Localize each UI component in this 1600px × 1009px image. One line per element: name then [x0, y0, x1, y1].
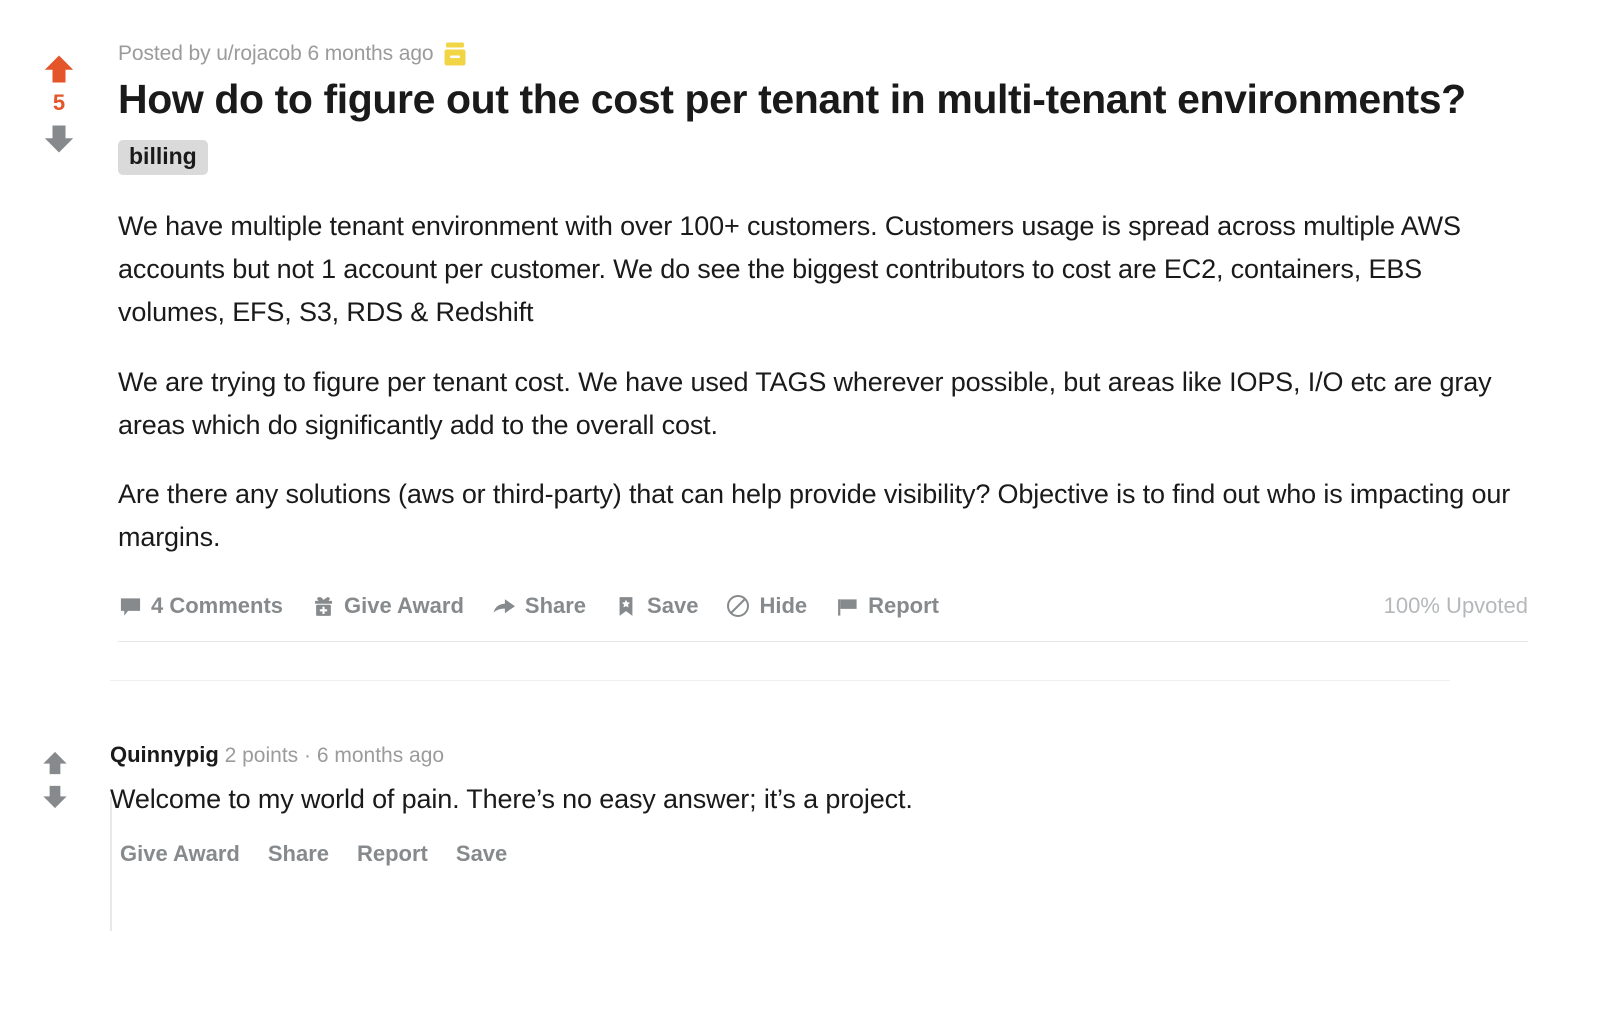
post-body: We have multiple tenant environment with…	[118, 205, 1528, 559]
hide-label: Hide	[759, 593, 808, 619]
comments-section-divider	[110, 680, 1450, 682]
hide-button[interactable]: Hide	[726, 593, 807, 619]
report-button[interactable]: Report	[835, 593, 939, 619]
comment-save-button[interactable]: Save	[456, 841, 507, 867]
give-award-label: Give Award	[344, 593, 464, 619]
give-award-button[interactable]: Give Award	[311, 593, 464, 619]
comment-thread-line[interactable]	[110, 797, 112, 932]
gift-icon	[311, 594, 335, 618]
comments-label: 4 Comments	[151, 593, 284, 619]
share-label: Share	[524, 593, 587, 619]
reddit-post-page: 5 Posted by u/rojacob 6 months ago How d…	[0, 0, 1600, 1009]
downvote-arrow-icon[interactable]	[42, 122, 76, 156]
comment-actions-wrap: Give Award Share Report Save	[110, 797, 1600, 932]
comment-text: Welcome to my world of pain. There’s no …	[110, 783, 913, 814]
upvote-arrow-icon[interactable]	[42, 52, 76, 86]
comment-content: Quinnypig 2 points · 6 months ago Welcom…	[110, 741, 1600, 932]
share-button[interactable]: Share	[492, 593, 586, 619]
post-paragraph: We have multiple tenant environment with…	[118, 210, 1461, 328]
post-byline[interactable]: Posted by u/rojacob 6 months ago	[118, 40, 434, 67]
post-paragraph: We are trying to figure per tenant cost.…	[118, 366, 1492, 440]
flag-icon	[835, 594, 859, 618]
post-vote-column: 5	[0, 40, 118, 156]
comment-downvote-arrow-icon[interactable]	[41, 783, 69, 811]
comment-action-bar: Give Award Share Report Save	[120, 841, 1600, 867]
gold-award-badge-icon[interactable]	[444, 42, 466, 66]
post-flair-billing[interactable]: billing	[118, 139, 208, 175]
comment-item: Quinnypig 2 points · 6 months ago Welcom…	[0, 741, 1600, 932]
post-paragraph: Are there any solutions (aws or third-pa…	[118, 478, 1511, 553]
comment-meta: 2 points · 6 months ago	[224, 744, 445, 768]
comment-share-button[interactable]: Share	[268, 841, 329, 867]
comment-bubble-icon	[118, 594, 142, 618]
upvoted-percentage: 100% Upvoted	[1383, 593, 1528, 619]
post-container: 5 Posted by u/rojacob 6 months ago How d…	[0, 0, 1600, 643]
bookmark-star-icon	[614, 594, 638, 618]
comment-report-button[interactable]: Report	[357, 841, 428, 867]
post-title: How do to figure out the cost per tenant…	[118, 76, 1466, 123]
post-bottom-divider	[118, 641, 1528, 643]
comment-author[interactable]: Quinnypig	[110, 742, 219, 767]
save-button[interactable]: Save	[614, 593, 698, 619]
post-main-column: Posted by u/rojacob 6 months ago How do …	[118, 40, 1600, 643]
post-meta-row: Posted by u/rojacob 6 months ago	[118, 40, 1528, 67]
comment-upvote-arrow-icon[interactable]	[41, 749, 69, 777]
post-action-bar: 4 Comments Give Award Share Save Hide Re…	[118, 593, 1528, 619]
circle-slash-icon	[726, 594, 750, 618]
post-score: 5	[52, 90, 66, 115]
report-label: Report	[868, 593, 940, 619]
comment-give-award-button[interactable]: Give Award	[120, 841, 240, 867]
comments-button[interactable]: 4 Comments	[118, 593, 283, 619]
comment-header: Quinnypig 2 points · 6 months ago	[110, 741, 1600, 770]
share-arrow-icon	[492, 594, 516, 618]
save-label: Save	[647, 593, 699, 619]
comment-vote-column	[0, 741, 110, 811]
